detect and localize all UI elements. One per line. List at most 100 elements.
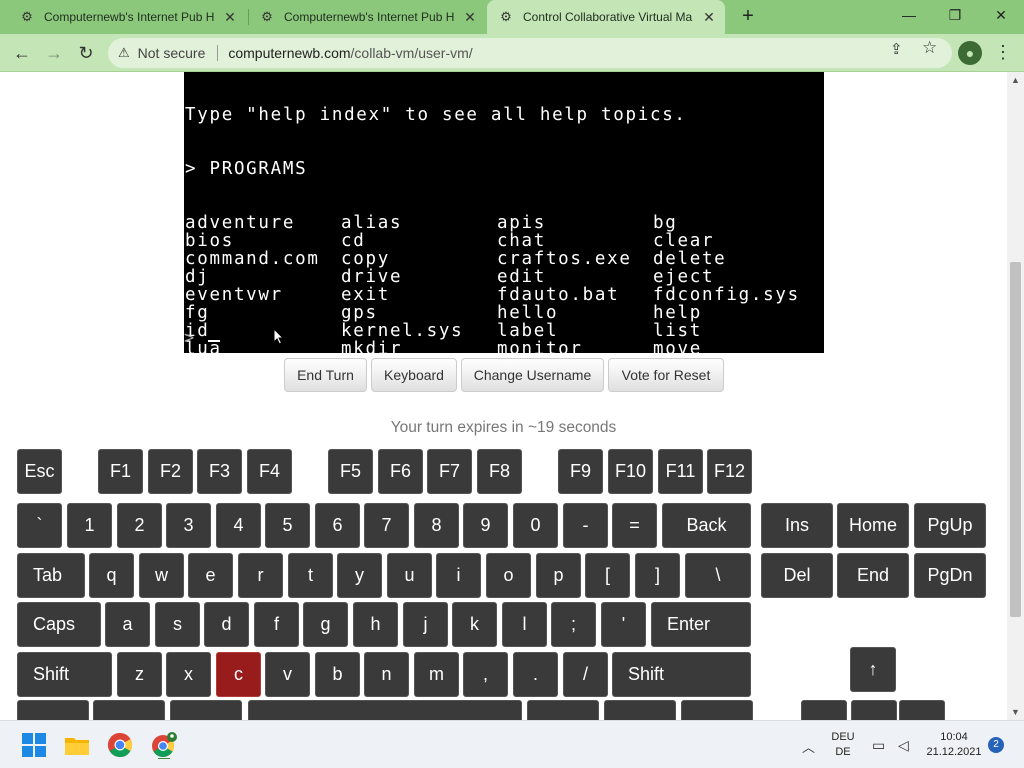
key-tab-9[interactable]: o <box>486 553 531 598</box>
windows-start-icon[interactable] <box>20 731 48 759</box>
key-num-6[interactable]: 6 <box>315 503 360 548</box>
security-label[interactable]: Not secure <box>138 45 206 61</box>
key-f1[interactable]: F1 <box>98 449 143 494</box>
key-caps-5[interactable]: g <box>303 602 348 647</box>
key-caps-9[interactable]: l <box>502 602 547 647</box>
reload-button[interactable]: ↻ <box>74 41 98 65</box>
vote-reset-button[interactable]: Vote for Reset <box>608 358 724 392</box>
new-tab-button[interactable]: + <box>736 5 760 29</box>
key-tab-4[interactable]: r <box>238 553 283 598</box>
key-f11[interactable]: F11 <box>658 449 703 494</box>
vm-screen[interactable]: Type "help index" to see all help topics… <box>184 72 824 353</box>
key-tab-3[interactable]: e <box>188 553 233 598</box>
browser-tab[interactable]: ⚙ Computernewb's Internet Pub H ✕ <box>248 0 486 34</box>
forward-button[interactable]: → <box>42 41 66 65</box>
key-tab-13[interactable]: \ <box>685 553 751 598</box>
key-caps-10[interactable]: ; <box>551 602 596 647</box>
key-shift-1[interactable]: z <box>117 652 162 697</box>
file-explorer-icon[interactable] <box>63 731 91 759</box>
key-tab-12[interactable]: ] <box>635 553 680 598</box>
network-icon[interactable]: ▭ <box>872 737 885 754</box>
key-shift-0[interactable]: Shift <box>17 652 112 697</box>
scroll-thumb[interactable] <box>1010 262 1021 617</box>
key-num-2[interactable]: 2 <box>117 503 162 548</box>
key-num-1[interactable]: 1 <box>67 503 112 548</box>
key-f4[interactable]: F4 <box>247 449 292 494</box>
url-bar[interactable]: ⚠ Not secure computernewb.com/collab-vm/… <box>108 38 952 68</box>
key-tab-10[interactable]: p <box>536 553 581 598</box>
key-caps-11[interactable]: ' <box>601 602 646 647</box>
key-end[interactable]: End <box>837 553 909 598</box>
minimize-button[interactable]: — <box>886 0 932 32</box>
key-caps-2[interactable]: s <box>155 602 200 647</box>
key-num-10[interactable]: 0 <box>513 503 558 548</box>
key-tab-7[interactable]: u <box>387 553 432 598</box>
key-f12[interactable]: F12 <box>707 449 752 494</box>
menu-icon[interactable]: ⋮ <box>994 41 1012 65</box>
key-num-0[interactable]: ` <box>17 503 62 548</box>
key-tab-0[interactable]: Tab <box>17 553 85 598</box>
maximize-button[interactable]: ❐ <box>932 0 978 32</box>
key-num-11[interactable]: - <box>563 503 608 548</box>
key-shift-7[interactable]: m <box>414 652 459 697</box>
key-f2[interactable]: F2 <box>148 449 193 494</box>
key-home[interactable]: Home <box>837 503 909 548</box>
key-caps-12[interactable]: Enter <box>651 602 751 647</box>
key-shift-9[interactable]: . <box>513 652 558 697</box>
key-f9[interactable]: F9 <box>558 449 603 494</box>
keyboard-button[interactable]: Keyboard <box>371 358 457 392</box>
key-shift-3[interactable]: c <box>216 652 261 697</box>
close-icon[interactable]: ✕ <box>701 9 717 26</box>
url-text[interactable]: computernewb.com/collab-vm/user-vm/ <box>228 45 472 61</box>
key-shift-10[interactable]: / <box>563 652 608 697</box>
scroll-up-arrow-icon[interactable]: ▲ <box>1007 72 1024 88</box>
close-icon[interactable]: ✕ <box>222 9 238 26</box>
scroll-down-arrow-icon[interactable]: ▼ <box>1007 704 1024 720</box>
star-icon[interactable]: ☆ <box>922 38 937 58</box>
key-tab-2[interactable]: w <box>139 553 184 598</box>
browser-tab[interactable]: ⚙ Computernewb's Internet Pub H ✕ <box>8 0 246 34</box>
chrome-icon[interactable] <box>106 731 134 759</box>
volume-mute-icon[interactable]: ◁ <box>898 737 909 754</box>
key-num-8[interactable]: 8 <box>414 503 459 548</box>
key-num-9[interactable]: 9 <box>463 503 508 548</box>
warning-icon[interactable]: ⚠ <box>118 45 130 61</box>
key-num-5[interactable]: 5 <box>265 503 310 548</box>
key-esc[interactable]: Esc <box>17 449 62 494</box>
end-turn-button[interactable]: End Turn <box>284 358 367 392</box>
key-tab-1[interactable]: q <box>89 553 134 598</box>
notification-badge[interactable]: 2 <box>988 737 1004 753</box>
key-f5[interactable]: F5 <box>328 449 373 494</box>
key-f6[interactable]: F6 <box>378 449 423 494</box>
browser-tab-active[interactable]: ⚙ Control Collaborative Virtual Ma ✕ <box>487 0 725 34</box>
key-del[interactable]: Del <box>761 553 833 598</box>
key-shift-4[interactable]: v <box>265 652 310 697</box>
clock[interactable]: 10:04 21.12.2021 <box>924 730 984 760</box>
key-shift-11[interactable]: Shift <box>612 652 751 697</box>
key-pgdn[interactable]: PgDn <box>914 553 986 598</box>
key-pgup[interactable]: PgUp <box>914 503 986 548</box>
key-num-13[interactable]: Back <box>662 503 751 548</box>
key-caps-4[interactable]: f <box>254 602 299 647</box>
profile-avatar-icon[interactable]: ● <box>958 41 982 65</box>
key-num-12[interactable]: = <box>612 503 657 548</box>
key-caps-8[interactable]: k <box>452 602 497 647</box>
key-shift-2[interactable]: x <box>166 652 211 697</box>
key-f10[interactable]: F10 <box>608 449 653 494</box>
key-tab-5[interactable]: t <box>288 553 333 598</box>
key-f8[interactable]: F8 <box>477 449 522 494</box>
close-icon[interactable]: ✕ <box>462 9 478 26</box>
key-num-7[interactable]: 7 <box>364 503 409 548</box>
key-caps-0[interactable]: Caps <box>17 602 101 647</box>
key-f3[interactable]: F3 <box>197 449 242 494</box>
key-num-3[interactable]: 3 <box>166 503 211 548</box>
tray-chevron-icon[interactable]: ︿ <box>802 737 815 756</box>
chrome-profile-icon[interactable] <box>150 731 178 759</box>
key-caps-1[interactable]: a <box>105 602 150 647</box>
key-shift-8[interactable]: , <box>463 652 508 697</box>
key-ins[interactable]: Ins <box>761 503 833 548</box>
key-tab-11[interactable]: [ <box>585 553 630 598</box>
key-caps-3[interactable]: d <box>204 602 249 647</box>
key-f7[interactable]: F7 <box>427 449 472 494</box>
key-tab-8[interactable]: i <box>436 553 481 598</box>
